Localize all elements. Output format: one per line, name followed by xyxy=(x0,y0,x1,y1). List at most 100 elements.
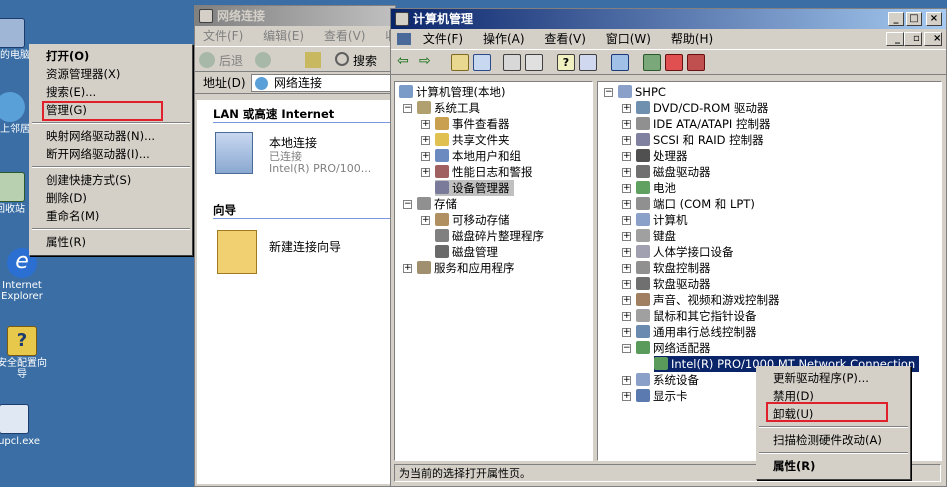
document-icon[interactable] xyxy=(397,33,411,45)
tree-item-local-users[interactable]: 本地用户和组 xyxy=(435,148,521,164)
compmgmt-titlebar[interactable]: 计算机管理 _ □ × xyxy=(391,9,946,29)
network-connections-titlebar[interactable]: 网络连接 xyxy=(195,6,395,26)
menu-item-explorer[interactable]: 资源管理器(X) xyxy=(30,65,192,83)
device-category[interactable]: 鼠标和其它指针设备 xyxy=(636,308,757,324)
device-category[interactable]: 网络适配器 xyxy=(636,340,711,356)
menu-window[interactable]: 窗口(W) xyxy=(598,32,659,46)
menu-item-open[interactable]: 打开(O) xyxy=(30,47,192,65)
expand-toggle[interactable]: + xyxy=(622,296,631,305)
menu-file[interactable]: 文件(F) xyxy=(415,32,471,46)
up-level-icon[interactable] xyxy=(451,54,469,71)
menu-view[interactable]: 查看(V) xyxy=(316,29,374,43)
device-category[interactable]: SCSI 和 RAID 控制器 xyxy=(636,132,764,148)
expand-toggle[interactable]: + xyxy=(622,120,631,129)
close-button[interactable]: × xyxy=(926,12,942,26)
device-category[interactable]: 键盘 xyxy=(636,228,676,244)
menu-help[interactable]: 帮助(H) xyxy=(663,32,721,46)
tree-root[interactable]: 计算机管理(本地) xyxy=(399,84,505,100)
menu-view[interactable]: 查看(V) xyxy=(536,32,594,46)
device-category[interactable]: 计算机 xyxy=(636,212,688,228)
tree-item-event-viewer[interactable]: 事件查看器 xyxy=(435,116,510,132)
expand-toggle[interactable]: + xyxy=(421,152,430,161)
expand-toggle[interactable]: + xyxy=(622,216,631,225)
tree-item-defrag[interactable]: 磁盘碎片整理程序 xyxy=(435,228,544,244)
tree-item-disk-management[interactable]: 磁盘管理 xyxy=(435,244,498,260)
collapse-toggle[interactable]: − xyxy=(403,104,412,113)
tree-item-shared-folders[interactable]: 共享文件夹 xyxy=(435,132,510,148)
menu-item-delete[interactable]: 删除(D) xyxy=(30,189,192,207)
forward-arrow-icon[interactable]: ⇨ xyxy=(419,54,437,71)
expand-toggle[interactable]: + xyxy=(622,376,631,385)
tree-item-services-apps[interactable]: 服务和应用程序 xyxy=(417,260,515,276)
view-icon[interactable] xyxy=(579,54,597,71)
device-category[interactable]: 处理器 xyxy=(636,148,688,164)
expand-toggle[interactable]: + xyxy=(622,168,631,177)
update-driver-icon[interactable] xyxy=(643,54,661,71)
device-category[interactable]: 软盘控制器 xyxy=(636,260,711,276)
device-root[interactable]: SHPC xyxy=(618,84,666,100)
menu-item-properties[interactable]: 属性(R) xyxy=(30,233,192,251)
expand-toggle[interactable]: + xyxy=(622,264,631,273)
forward-icon[interactable] xyxy=(255,52,271,68)
expand-toggle[interactable]: + xyxy=(622,280,631,289)
device-category[interactable]: 声音、视频和游戏控制器 xyxy=(636,292,780,308)
expand-toggle[interactable]: + xyxy=(421,136,430,145)
collapse-toggle[interactable]: − xyxy=(622,344,631,353)
menu-item-map-drive[interactable]: 映射网络驱动器(N)... xyxy=(30,127,192,145)
uninstall-icon[interactable] xyxy=(665,54,683,71)
device-category[interactable]: 人体学接口设备 xyxy=(636,244,734,260)
menu-item-create-shortcut[interactable]: 创建快捷方式(S) xyxy=(30,171,192,189)
expand-toggle[interactable]: + xyxy=(421,216,430,225)
ie-desktop-icon[interactable]: e Internet Explorer xyxy=(0,248,54,302)
back-button-label[interactable]: 后退 xyxy=(219,52,243,69)
disable-icon[interactable] xyxy=(687,54,705,71)
tree-item-system-tools[interactable]: 系统工具 xyxy=(417,100,480,116)
expand-toggle[interactable]: + xyxy=(421,168,430,177)
device-category[interactable]: 显示卡 xyxy=(636,388,688,404)
tree-item-performance-logs[interactable]: 性能日志和警报 xyxy=(435,164,533,180)
device-category[interactable]: DVD/CD-ROM 驱动器 xyxy=(636,100,768,116)
device-category[interactable]: 软盘驱动器 xyxy=(636,276,711,292)
menu-item-disconnect-drive[interactable]: 断开网络驱动器(I)... xyxy=(30,145,192,163)
expand-toggle[interactable]: + xyxy=(622,136,631,145)
device-category[interactable]: 电池 xyxy=(636,180,676,196)
expand-toggle[interactable]: + xyxy=(421,120,430,129)
expand-toggle[interactable]: + xyxy=(622,248,631,257)
device-category[interactable]: 系统设备 xyxy=(636,372,699,388)
show-hide-tree-icon[interactable] xyxy=(473,54,491,71)
new-connection-wizard-icon[interactable] xyxy=(217,230,257,274)
menu-action[interactable]: 操作(A) xyxy=(475,32,533,46)
network-connection-icon[interactable] xyxy=(215,132,253,174)
setup-desktop-icon[interactable]: etupcl.exe xyxy=(0,404,46,447)
device-category[interactable]: 通用串行总线控制器 xyxy=(636,324,757,340)
menu-edit[interactable]: 编辑(E) xyxy=(255,29,312,43)
collapse-toggle[interactable]: − xyxy=(403,200,412,209)
back-icon[interactable] xyxy=(199,52,215,68)
device-category[interactable]: IDE ATA/ATAPI 控制器 xyxy=(636,116,770,132)
menu-file[interactable]: 文件(F) xyxy=(195,29,251,43)
device-category[interactable]: 端口 (COM 和 LPT) xyxy=(636,196,755,212)
device-category[interactable]: 磁盘驱动器 xyxy=(636,164,711,180)
tree-item-device-manager[interactable]: 设备管理器 xyxy=(435,180,514,196)
menu-item-properties[interactable]: 属性(R) xyxy=(757,457,910,475)
help-icon[interactable]: ? xyxy=(557,54,575,71)
up-folder-icon[interactable] xyxy=(305,52,321,68)
search-button-label[interactable]: 搜索 xyxy=(353,52,377,69)
address-input[interactable]: 网络连接 xyxy=(251,74,393,92)
tree-item-storage[interactable]: 存储 xyxy=(417,196,457,212)
expand-toggle[interactable]: + xyxy=(403,264,412,273)
maximize-button[interactable]: □ xyxy=(906,12,922,26)
minimize-button[interactable]: _ xyxy=(888,12,904,26)
print-icon[interactable] xyxy=(525,54,543,71)
expand-toggle[interactable]: + xyxy=(622,392,631,401)
menu-item-rename[interactable]: 重命名(M) xyxy=(30,207,192,225)
tree-item-removable-storage[interactable]: 可移动存储 xyxy=(435,212,510,228)
child-close-button[interactable]: × xyxy=(924,32,942,46)
expand-toggle[interactable]: + xyxy=(622,328,631,337)
scw-desktop-icon[interactable]: ? 安全配置向导 xyxy=(0,326,54,380)
back-arrow-icon[interactable]: ⇦ xyxy=(397,54,415,71)
expand-toggle[interactable]: + xyxy=(622,104,631,113)
menu-item-update-driver[interactable]: 更新驱动程序(P)... xyxy=(757,369,910,387)
child-minimize-button[interactable]: _ xyxy=(886,32,904,46)
expand-toggle[interactable]: + xyxy=(622,200,631,209)
